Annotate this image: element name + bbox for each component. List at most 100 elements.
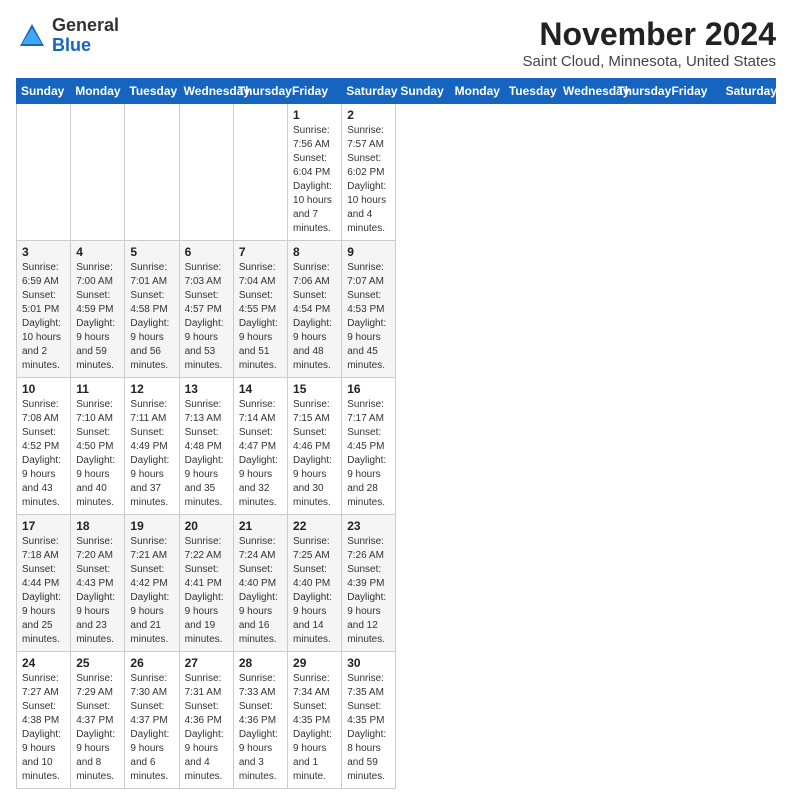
- day-info: Sunrise: 7:06 AM Sunset: 4:54 PM Dayligh…: [293, 261, 336, 373]
- calendar-cell: 18Sunrise: 7:20 AM Sunset: 4:43 PM Dayli…: [71, 515, 125, 652]
- logo-blue: Blue: [52, 36, 119, 56]
- calendar-cell: [233, 104, 287, 241]
- calendar-cell: 22 Sunrise: 7:25 AM Sunset: 4:40 PM Dayli…: [288, 515, 342, 652]
- day-info: Sunrise: 7:57 AM Sunset: 6:02 PM Dayligh…: [347, 124, 390, 236]
- calendar-cell: 12Sunrise: 7:11 AM Sunset: 4:49 PM Dayli…: [125, 378, 179, 515]
- calendar-cell: 13 Sunrise: 7:13 AM Sunset: 4:48 PM Dayli…: [179, 378, 233, 515]
- day-number: 14: [239, 382, 282, 396]
- col-header-tuesday: Tuesday: [504, 79, 558, 104]
- location: Saint Cloud, Minnesota, United States: [523, 53, 776, 70]
- day-info: Sunrise: 7:30 AM Sunset: 4:37 PM Dayligh…: [130, 672, 173, 784]
- calendar-cell: 17Sunrise: 7:18 AM Sunset: 4:44 PM Dayli…: [17, 515, 71, 652]
- day-number: 4: [76, 245, 119, 259]
- day-number: 27: [185, 656, 228, 670]
- col-header-wednesday: Wednesday: [559, 79, 613, 104]
- day-number: 21: [239, 519, 282, 533]
- header-monday: Monday: [71, 79, 125, 104]
- header: General Blue November 2024 Saint Cloud, …: [16, 16, 776, 70]
- header-thursday: Thursday: [233, 79, 287, 104]
- day-number: 16: [347, 382, 390, 396]
- day-number: 5: [130, 245, 173, 259]
- calendar-cell: 15 Sunrise: 7:15 AM Sunset: 4:46 PM Dayli…: [288, 378, 342, 515]
- calendar-cell: 16 Sunrise: 7:17 AM Sunset: 4:45 PM Dayli…: [342, 378, 396, 515]
- calendar-cell: 4 Sunrise: 7:00 AM Sunset: 4:59 PM Daylig…: [71, 241, 125, 378]
- day-info: Sunrise: 7:13 AM Sunset: 4:48 PM Dayligh…: [185, 398, 228, 510]
- calendar-cell: [71, 104, 125, 241]
- day-info: Sunrise: 7:26 AM Sunset: 4:39 PM Dayligh…: [347, 535, 390, 647]
- day-info: Sunrise: 7:03 AM Sunset: 4:57 PM Dayligh…: [185, 261, 228, 373]
- day-info: Sunrise: 7:33 AM Sunset: 4:36 PM Dayligh…: [239, 672, 282, 784]
- col-header-sunday: Sunday: [396, 79, 450, 104]
- day-number: 24: [22, 656, 65, 670]
- day-number: 23: [347, 519, 390, 533]
- calendar-cell: 14 Sunrise: 7:14 AM Sunset: 4:47 PM Dayli…: [233, 378, 287, 515]
- day-number: 25: [76, 656, 119, 670]
- title-area: November 2024 Saint Cloud, Minnesota, Un…: [523, 16, 776, 70]
- day-number: 2: [347, 108, 390, 122]
- calendar-cell: 1 Sunrise: 7:56 AM Sunset: 6:04 PM Daylig…: [288, 104, 342, 241]
- day-info: Sunrise: 7:56 AM Sunset: 6:04 PM Dayligh…: [293, 124, 336, 236]
- day-number: 19: [130, 519, 173, 533]
- calendar-cell: 21 Sunrise: 7:24 AM Sunset: 4:40 PM Dayli…: [233, 515, 287, 652]
- day-number: 1: [293, 108, 336, 122]
- day-info: Sunrise: 7:22 AM Sunset: 4:41 PM Dayligh…: [185, 535, 228, 647]
- day-info: Sunrise: 7:14 AM Sunset: 4:47 PM Dayligh…: [239, 398, 282, 510]
- day-number: 9: [347, 245, 390, 259]
- calendar-cell: 29 Sunrise: 7:34 AM Sunset: 4:35 PM Dayli…: [288, 652, 342, 789]
- calendar-cell: 5 Sunrise: 7:01 AM Sunset: 4:58 PM Daylig…: [125, 241, 179, 378]
- calendar-cell: 30Sunrise: 7:35 AM Sunset: 4:35 PM Dayli…: [342, 652, 396, 789]
- day-info: Sunrise: 7:17 AM Sunset: 4:45 PM Dayligh…: [347, 398, 390, 510]
- calendar-cell: 6 Sunrise: 7:03 AM Sunset: 4:57 PM Daylig…: [179, 241, 233, 378]
- day-number: 28: [239, 656, 282, 670]
- calendar-cell: 27 Sunrise: 7:31 AM Sunset: 4:36 PM Dayli…: [179, 652, 233, 789]
- header-friday: Friday: [288, 79, 342, 104]
- day-info: Sunrise: 7:10 AM Sunset: 4:50 PM Dayligh…: [76, 398, 119, 510]
- day-number: 13: [185, 382, 228, 396]
- day-number: 6: [185, 245, 228, 259]
- calendar-cell: 2 Sunrise: 7:57 AM Sunset: 6:02 PM Daylig…: [342, 104, 396, 241]
- day-info: Sunrise: 7:08 AM Sunset: 4:52 PM Dayligh…: [22, 398, 65, 510]
- day-info: Sunrise: 7:21 AM Sunset: 4:42 PM Dayligh…: [130, 535, 173, 647]
- header-saturday: Saturday: [342, 79, 396, 104]
- calendar-week-row: 1 Sunrise: 7:56 AM Sunset: 6:04 PM Daylig…: [17, 104, 776, 241]
- calendar-cell: [179, 104, 233, 241]
- day-info: Sunrise: 7:01 AM Sunset: 4:58 PM Dayligh…: [130, 261, 173, 373]
- calendar-cell: 20Sunrise: 7:22 AM Sunset: 4:41 PM Dayli…: [179, 515, 233, 652]
- day-number: 8: [293, 245, 336, 259]
- day-info: Sunrise: 7:34 AM Sunset: 4:35 PM Dayligh…: [293, 672, 336, 784]
- day-info: Sunrise: 7:25 AM Sunset: 4:40 PM Dayligh…: [293, 535, 336, 647]
- day-number: 29: [293, 656, 336, 670]
- day-number: 7: [239, 245, 282, 259]
- calendar-cell: 10 Sunrise: 7:08 AM Sunset: 4:52 PM Dayli…: [17, 378, 71, 515]
- logo-general: General: [52, 16, 119, 36]
- header-tuesday: Tuesday: [125, 79, 179, 104]
- day-number: 17: [22, 519, 65, 533]
- day-info: Sunrise: 7:07 AM Sunset: 4:53 PM Dayligh…: [347, 261, 390, 373]
- day-info: Sunrise: 7:00 AM Sunset: 4:59 PM Dayligh…: [76, 261, 119, 373]
- day-number: 22: [293, 519, 336, 533]
- logo-text: General Blue: [52, 16, 119, 56]
- calendar-cell: [17, 104, 71, 241]
- month-title: November 2024: [523, 16, 776, 53]
- calendar-header-row: SundayMondayTuesdayWednesdayThursdayFrid…: [17, 79, 776, 104]
- day-number: 26: [130, 656, 173, 670]
- calendar-cell: 26 Sunrise: 7:30 AM Sunset: 4:37 PM Dayli…: [125, 652, 179, 789]
- calendar-cell: 28 Sunrise: 7:33 AM Sunset: 4:36 PM Dayli…: [233, 652, 287, 789]
- calendar-week-row: 3 Sunrise: 6:59 AM Sunset: 5:01 PM Daylig…: [17, 241, 776, 378]
- day-info: Sunrise: 7:24 AM Sunset: 4:40 PM Dayligh…: [239, 535, 282, 647]
- day-info: Sunrise: 6:59 AM Sunset: 5:01 PM Dayligh…: [22, 261, 65, 373]
- header-sunday: Sunday: [17, 79, 71, 104]
- day-number: 30: [347, 656, 390, 670]
- calendar-cell: 11Sunrise: 7:10 AM Sunset: 4:50 PM Dayli…: [71, 378, 125, 515]
- logo-icon: [16, 20, 48, 52]
- calendar-cell: 8 Sunrise: 7:06 AM Sunset: 4:54 PM Daylig…: [288, 241, 342, 378]
- day-info: Sunrise: 7:11 AM Sunset: 4:49 PM Dayligh…: [130, 398, 173, 510]
- day-info: Sunrise: 7:31 AM Sunset: 4:36 PM Dayligh…: [185, 672, 228, 784]
- day-info: Sunrise: 7:04 AM Sunset: 4:55 PM Dayligh…: [239, 261, 282, 373]
- col-header-saturday: Saturday: [721, 79, 775, 104]
- day-number: 3: [22, 245, 65, 259]
- day-number: 10: [22, 382, 65, 396]
- day-number: 15: [293, 382, 336, 396]
- col-header-friday: Friday: [667, 79, 721, 104]
- day-info: Sunrise: 7:15 AM Sunset: 4:46 PM Dayligh…: [293, 398, 336, 510]
